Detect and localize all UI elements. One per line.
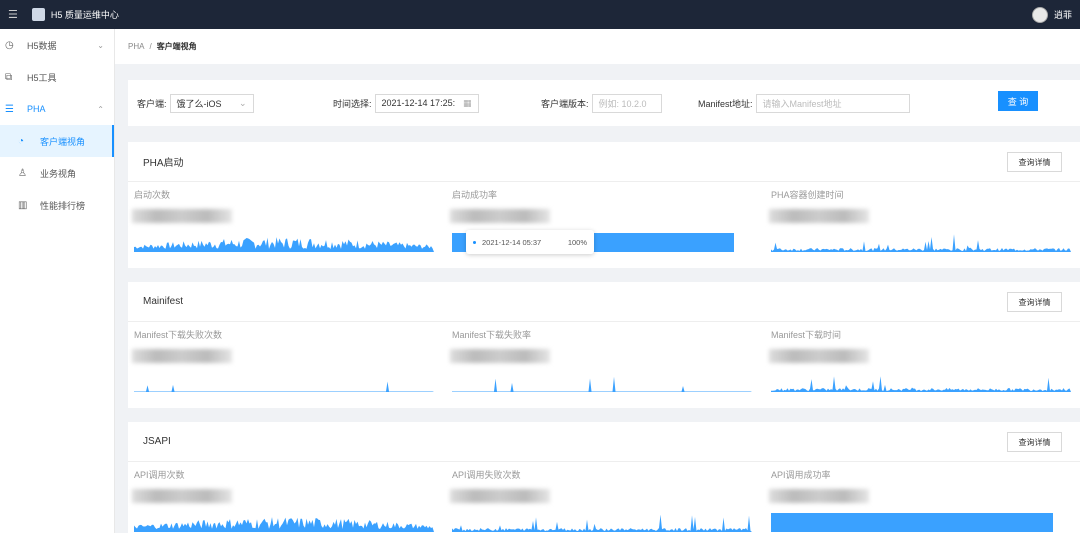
top-bar: ☰ H5 质量运维中心 逍菲 bbox=[0, 0, 1080, 29]
sidebar-item-client-view[interactable]: ◔ 客户端视角 bbox=[0, 125, 114, 157]
metric-panel: API调用次数 bbox=[128, 468, 434, 532]
query-detail-button[interactable]: 查询详情 bbox=[1007, 292, 1062, 312]
sparkline-chart[interactable] bbox=[771, 228, 1071, 252]
sparkline-area bbox=[134, 381, 434, 392]
sparkline-area bbox=[771, 234, 1071, 252]
breadcrumb-current: 客户端视角 bbox=[156, 42, 197, 51]
metric-panel: PHA容器创建时间 bbox=[765, 188, 1071, 252]
metric-value-blurred bbox=[450, 349, 550, 363]
user-icon: ♙ bbox=[18, 167, 27, 179]
bar-chart-icon: ▥ bbox=[18, 199, 28, 211]
metric-title: 启动次数 bbox=[134, 190, 171, 200]
sparkline-area bbox=[134, 237, 434, 252]
sparkline-chart[interactable] bbox=[771, 368, 1071, 392]
calendar-icon: ▦ bbox=[463, 97, 472, 108]
menu-icon[interactable]: ☰ bbox=[8, 8, 18, 21]
pie-icon: ◷ bbox=[5, 39, 14, 51]
client-select[interactable]: 饿了么-iOS ⌄ bbox=[169, 93, 254, 113]
metric-card: Mainifest 查询详情 Manifest下载失败次数 Manifest下载失败… bbox=[128, 282, 1080, 408]
logo-icon bbox=[31, 8, 45, 21]
sidebar: ◷ H5数据 ⌄ ⧉ H5工具 ☰ PHA ⌃ ◔ 客户端视角 ♙ 业务视角 ▥ 性能排行榜 bbox=[0, 29, 115, 533]
card-title: JSAPI bbox=[143, 436, 171, 447]
metric-value-blurred bbox=[450, 489, 550, 503]
pie-icon: ◔ bbox=[18, 135, 25, 147]
sparkline-area bbox=[771, 513, 1053, 532]
sidebar-item-business-view[interactable]: ♙ 业务视角 bbox=[0, 157, 114, 189]
sparkline-chart[interactable] bbox=[452, 508, 752, 532]
manifest-input[interactable]: 请输入Manifest地址 bbox=[755, 93, 910, 113]
metric-value-blurred bbox=[769, 209, 869, 223]
list-icon: ☰ bbox=[5, 103, 14, 115]
avatar bbox=[1031, 6, 1048, 23]
sparkline-chart[interactable] bbox=[134, 228, 434, 252]
version-input[interactable]: 例如: 10.2.0 bbox=[591, 93, 662, 113]
sparkline-chart[interactable] bbox=[134, 368, 434, 392]
metric-panel: 启动成功率 bbox=[446, 188, 746, 252]
chart-tooltip: 2021-12-14 05:37 100% bbox=[466, 230, 594, 254]
metric-panel: Manifest下载时间 bbox=[765, 328, 1071, 392]
metric-value-blurred bbox=[450, 209, 550, 223]
metric-value-blurred bbox=[769, 349, 869, 363]
sparkline-area bbox=[771, 376, 1071, 392]
query-detail-button[interactable]: 查询详情 bbox=[1007, 432, 1062, 452]
metric-panel: API调用成功率 bbox=[765, 468, 1065, 532]
user-menu[interactable]: 逍菲 bbox=[1031, 6, 1072, 23]
query-detail-button[interactable]: 查询详情 bbox=[1007, 152, 1062, 172]
card-title: PHA启动 bbox=[143, 158, 184, 169]
metric-panel: 启动次数 bbox=[128, 188, 434, 252]
sparkline-area bbox=[452, 376, 752, 392]
tool-icon: ⧉ bbox=[5, 71, 13, 83]
card-title: Mainifest bbox=[143, 296, 184, 307]
sidebar-item-pha[interactable]: ☰ PHA ⌃ bbox=[0, 93, 114, 125]
sparkline-chart[interactable] bbox=[771, 508, 1071, 532]
metric-title: Manifest下载失败率 bbox=[452, 330, 532, 340]
breadcrumb-root[interactable]: PHA bbox=[128, 42, 144, 51]
metric-panel: API调用失败次数 bbox=[446, 468, 752, 532]
metric-value-blurred bbox=[132, 349, 232, 363]
query-button[interactable]: 查 询 bbox=[998, 91, 1038, 111]
metric-value-blurred bbox=[769, 489, 869, 503]
filter-bar: 客户端: 饿了么-iOS ⌄ 时间选择: 2021-12-14 17:25: ▦ 客… bbox=[128, 80, 1080, 126]
metric-title: PHA容器创建时间 bbox=[771, 190, 844, 200]
metric-panel: Manifest下载失败率 bbox=[446, 328, 752, 392]
metric-title: API调用失败次数 bbox=[452, 470, 521, 480]
metric-card: JSAPI 查询详情 API调用次数 API调用失败次数 API调用成功率 bbox=[128, 422, 1080, 533]
user-name: 逍菲 bbox=[1053, 10, 1072, 20]
metric-value-blurred bbox=[132, 209, 232, 223]
chevron-up-icon: ⌃ bbox=[97, 104, 104, 114]
sidebar-item-h5-tools[interactable]: ⧉ H5工具 bbox=[0, 61, 114, 93]
sparkline-chart[interactable] bbox=[452, 368, 752, 392]
metric-panel: Manifest下载失败次数 bbox=[128, 328, 434, 392]
sidebar-item-h5-data[interactable]: ◷ H5数据 ⌄ bbox=[0, 29, 114, 61]
metric-card: PHA启动 查询详情启动次数 启动成功率 PHA容器创建时间 2021-12-14 0… bbox=[128, 142, 1080, 268]
metric-title: API调用成功率 bbox=[771, 470, 831, 480]
breadcrumb: PHA / 客户端视角 bbox=[115, 29, 1080, 64]
metric-value-blurred bbox=[132, 489, 232, 503]
sparkline-area bbox=[134, 517, 434, 532]
series-dot-icon bbox=[473, 240, 476, 244]
metric-title: Manifest下载时间 bbox=[771, 330, 842, 340]
metric-title: API调用次数 bbox=[134, 470, 185, 480]
sidebar-item-ranking[interactable]: ▥ 性能排行榜 bbox=[0, 189, 114, 221]
chevron-down-icon: ⌄ bbox=[238, 97, 247, 108]
sparkline-area bbox=[452, 514, 752, 532]
time-picker[interactable]: 2021-12-14 17:25: ▦ bbox=[374, 93, 479, 113]
chevron-down-icon: ⌄ bbox=[97, 40, 104, 50]
sparkline-chart[interactable] bbox=[134, 508, 434, 532]
metric-title: 启动成功率 bbox=[452, 190, 498, 200]
app-title: H5 质量运维中心 bbox=[50, 10, 119, 20]
metric-title: Manifest下载失败次数 bbox=[134, 330, 223, 340]
